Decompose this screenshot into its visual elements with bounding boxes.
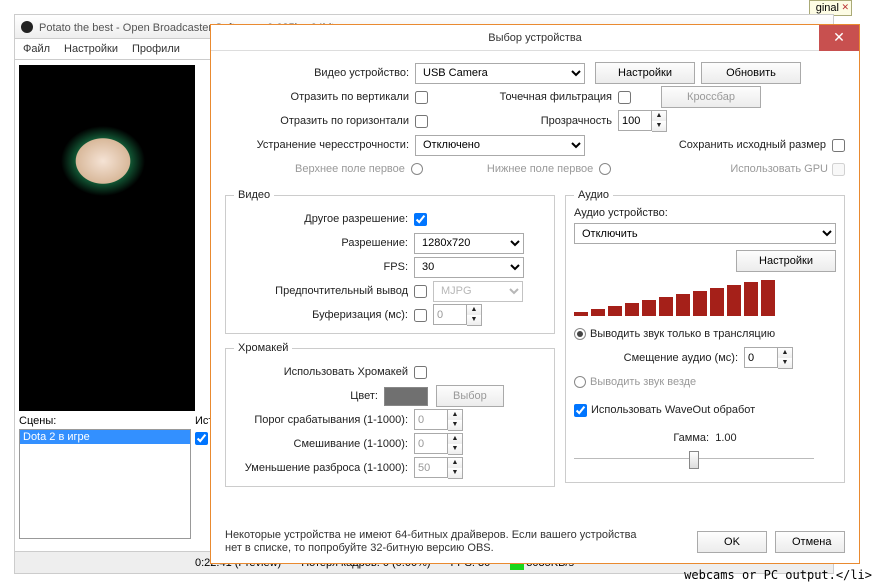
top-field-radio [411,163,423,175]
deinterlace-label: Устранение чересстрочности: [225,139,415,151]
tab-label: ginal [816,2,839,14]
pref-out-checkbox[interactable] [414,285,427,298]
threshold-label: Порог срабатывания (1-1000): [234,414,414,426]
gamma-value: 1.00 [715,432,736,444]
audio-stream-only-label: Выводить звук только в трансляцию [590,328,775,340]
color-select-button: Выбор [436,385,504,407]
footer-note: Некоторые устройства не имеют 64-битных … [225,529,655,555]
buffer-spinner[interactable]: ▲▼ [433,304,482,326]
pref-out-select: MJPG [433,281,523,302]
flip-h-label: Отразить по горизонтали [225,115,415,127]
point-filter-label: Точечная фильтрация [488,91,618,103]
menu-settings[interactable]: Настройки [64,43,118,55]
spill-spinner[interactable]: ▲▼ [414,457,463,479]
flip-v-checkbox[interactable] [415,91,428,104]
device-dialog: Выбор устройства ✕ Видео устройство: USB… [210,24,860,564]
gamma-slider[interactable] [574,458,814,476]
audio-device-label: Аудио устройство: [574,207,836,219]
spinner-down-icon[interactable]: ▼ [652,121,666,131]
buffer-label: Буферизация (мс): [234,309,414,321]
video-preview [33,73,179,219]
audio-offset-label: Смещение аудио (мс): [574,352,744,364]
video-group: Видео Другое разрешение: Разрешение:1280… [225,189,555,334]
audio-everywhere-label: Выводить звук везде [590,376,696,388]
video-device-label: Видео устройство: [225,67,415,79]
crossbar-button: Кроссбар [661,86,761,108]
bottom-field-label: Нижнее поле первое [487,163,593,175]
flip-h-checkbox[interactable] [415,115,428,128]
refresh-button[interactable]: Обновить [701,62,801,84]
flip-v-label: Отразить по вертикали [225,91,415,103]
video-device-select[interactable]: USB Camera [415,63,585,84]
deinterlace-select[interactable]: Отключено [415,135,585,156]
gamma-label: Гамма: [673,432,709,444]
dialog-title: Выбор устройства ✕ [211,25,859,51]
use-waveout-checkbox[interactable] [574,404,587,417]
slider-thumb[interactable] [689,451,699,469]
fps-select[interactable]: 30 [414,257,524,278]
audio-stream-only-radio[interactable] [574,328,586,340]
mix-label: Смешивание (1-1000): [234,438,414,450]
color-swatch[interactable] [384,387,428,406]
audio-offset-spinner[interactable]: ▲▼ [744,347,793,369]
pref-out-label: Предпочтительный вывод [234,285,414,297]
audio-meter [574,280,836,316]
chroma-group: Хромакей Использовать Хромакей Цвет: Выбо… [225,342,555,487]
audio-group-label: Аудио [574,189,613,201]
close-button[interactable]: ✕ [819,25,859,51]
preview-area [19,65,195,411]
scenes-label: Сцены: [19,415,191,427]
keep-size-label: Сохранить исходный размер [679,139,832,151]
use-chroma-checkbox[interactable] [414,366,427,379]
source-visible-checkbox[interactable] [195,432,208,445]
bottom-field-radio [599,163,611,175]
fps-label: FPS: [234,261,414,273]
close-icon[interactable]: ✕ [841,2,849,13]
resolution-select[interactable]: 1280x720 [414,233,524,254]
audio-settings-button[interactable]: Настройки [736,250,836,272]
ok-button[interactable]: OK [697,531,767,553]
menu-profiles[interactable]: Профили [132,43,180,55]
use-gpu-label: Использовать GPU [730,163,828,175]
top-field-label: Верхнее поле первое [295,163,405,175]
cancel-button[interactable]: Отмена [775,531,845,553]
buffer-checkbox[interactable] [414,309,427,322]
bg-text: webcams or PC output.</li> [684,568,872,582]
opacity-label: Прозрачность [488,115,618,127]
app-icon [21,21,33,33]
custom-res-label: Другое разрешение: [234,213,414,225]
keep-size-checkbox[interactable] [832,139,845,152]
audio-everywhere-radio[interactable] [574,376,586,388]
spill-label: Уменьшение разброса (1-1000): [234,462,414,474]
video-group-label: Видео [234,189,274,201]
scene-item[interactable]: Dota 2 в игре [20,430,190,444]
use-waveout-label: Использовать WaveOut обработ [591,404,755,416]
color-label: Цвет: [234,390,384,402]
mix-spinner[interactable]: ▲▼ [414,433,463,455]
audio-group: Аудио Аудио устройство: Отключить Настро… [565,189,845,483]
use-chroma-label: Использовать Хромакей [234,366,414,378]
device-settings-button[interactable]: Настройки [595,62,695,84]
menu-file[interactable]: Файл [23,43,50,55]
audio-device-select[interactable]: Отключить [574,223,836,244]
opacity-spinner[interactable]: ▲▼ [618,110,667,132]
chroma-group-label: Хромакей [234,342,292,354]
spinner-up-icon[interactable]: ▲ [652,111,666,121]
scenes-list[interactable]: Dota 2 в игре [19,429,191,539]
use-gpu-checkbox [832,163,845,176]
threshold-spinner[interactable]: ▲▼ [414,409,463,431]
res-label: Разрешение: [234,237,414,249]
point-filter-checkbox[interactable] [618,91,631,104]
custom-res-checkbox[interactable] [414,213,427,226]
